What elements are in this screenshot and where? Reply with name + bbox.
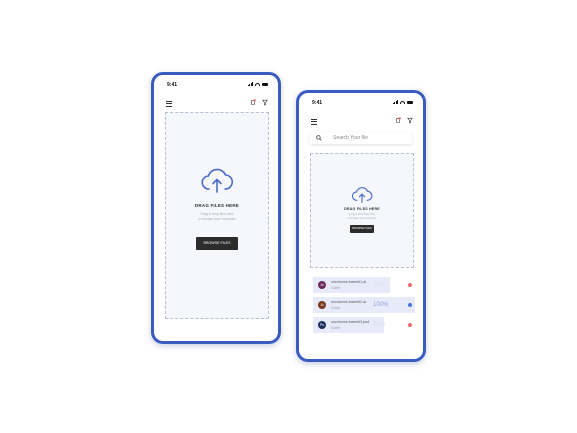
drop-title: DRAG FILES HERE xyxy=(194,203,239,208)
browse-files-button[interactable]: BROWSE FILES xyxy=(196,237,238,250)
battery-icon xyxy=(407,100,413,104)
file-type-icon: Ai xyxy=(318,301,326,309)
status-time: 9:41 xyxy=(167,82,178,88)
status-bar: 9:41 xyxy=(299,93,423,107)
file-name: uncolorme-frame03.psd xyxy=(331,320,369,324)
status-bar: 9:41 xyxy=(154,75,278,89)
file-row[interactable]: Ps uncolorme-frame03.psd 6.2mb 70% xyxy=(313,317,415,333)
filter-icon[interactable] xyxy=(262,99,268,106)
battery-icon xyxy=(262,82,268,86)
status-dot[interactable] xyxy=(408,283,412,287)
wifi-icon xyxy=(400,100,405,104)
wifi-icon xyxy=(255,82,260,86)
status-dot[interactable] xyxy=(408,323,412,327)
status-icons xyxy=(247,82,268,86)
file-row[interactable]: Ai uncolorme-frame01.ai 4.2mb 75% xyxy=(313,277,415,293)
file-type-icon: Ps xyxy=(318,321,326,329)
upload-percent: 70% xyxy=(373,322,386,328)
file-name: uncolorme-frame01.ai xyxy=(331,280,366,284)
file-size: 3.2mb xyxy=(331,306,340,310)
menu-icon[interactable] xyxy=(166,101,172,108)
status-icons xyxy=(392,100,413,104)
drop-zone[interactable]: DRAG FILES HERE Drag & drop files here o… xyxy=(310,153,414,268)
left-phone-screen: 9:41 DRAG FILES HERE Drag & drop files h… xyxy=(154,75,278,341)
left-phone: 9:41 DRAG FILES HERE Drag & drop files h… xyxy=(151,72,281,344)
notification-bell-icon[interactable] xyxy=(395,117,401,124)
drop-subtitle-1: Drag & drop files here xyxy=(200,212,234,216)
search-bar[interactable]: Search Your file xyxy=(310,132,412,144)
right-phone-screen: 9:41 Search Your file DRAG FILES HERE Dr… xyxy=(299,93,423,359)
file-name: uncolorme-frame02.ai xyxy=(331,300,366,304)
filter-icon[interactable] xyxy=(407,117,413,124)
file-row[interactable]: Ai uncolorme-frame02.ai 3.2mb 100% xyxy=(313,297,415,313)
cloud-upload-icon xyxy=(201,168,234,193)
file-size: 6.2mb xyxy=(331,326,340,330)
status-time: 9:41 xyxy=(312,100,323,106)
notification-bell-icon[interactable] xyxy=(250,99,256,106)
drop-zone[interactable]: DRAG FILES HERE Drag & drop files here o… xyxy=(165,112,269,319)
toolbar xyxy=(166,99,268,109)
search-icon xyxy=(316,135,322,141)
drop-subtitle-2: or browse your computer xyxy=(347,217,377,220)
file-size: 4.2mb xyxy=(331,286,340,290)
status-dot[interactable] xyxy=(408,303,412,307)
right-phone: 9:41 Search Your file DRAG FILES HERE Dr… xyxy=(296,90,426,362)
drop-subtitle-1: Drag & drop files here xyxy=(349,213,375,216)
upload-percent: 100% xyxy=(373,302,389,308)
menu-icon[interactable] xyxy=(311,119,317,126)
upload-percent: 75% xyxy=(373,282,386,288)
cloud-upload-icon xyxy=(351,187,373,203)
signal-icon xyxy=(392,100,398,104)
browse-files-button[interactable]: BROWSE FILES xyxy=(350,225,374,233)
search-input[interactable]: Search Your file xyxy=(333,135,368,141)
file-type-icon: Ai xyxy=(318,281,326,289)
toolbar xyxy=(311,117,413,127)
drop-subtitle-2: or browse your computer xyxy=(198,217,236,221)
signal-icon xyxy=(247,82,253,86)
drop-title: DRAG FILES HERE xyxy=(344,207,380,211)
